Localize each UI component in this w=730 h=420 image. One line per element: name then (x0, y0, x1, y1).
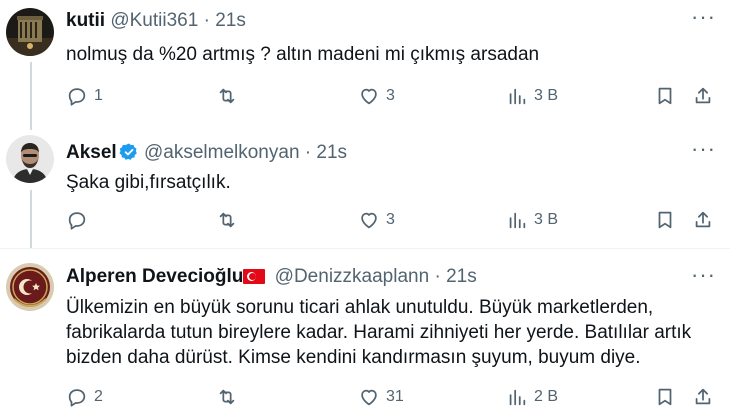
views-count: 2 B (534, 388, 559, 405)
avatar[interactable] (6, 135, 54, 183)
separator-dot: · (434, 266, 441, 287)
bookmark-icon (658, 211, 672, 229)
bookmark-button[interactable] (654, 207, 676, 233)
tweet-actions: 2 31 2 B (66, 384, 716, 410)
user-handle[interactable]: @Denizzkaaplann (275, 266, 430, 287)
retweet-icon (219, 212, 235, 228)
like-icon (361, 389, 377, 406)
tweet-actions: 3 3 B (66, 207, 716, 233)
retweet-button[interactable] (216, 83, 244, 109)
more-icon[interactable]: ··· (691, 138, 716, 160)
tweet-header: Alperen Devecioğlu @Denizzkaaplann · 21s (66, 265, 477, 289)
tweet-actions: 1 3 3 B (66, 83, 716, 109)
retweet-button[interactable] (216, 384, 244, 410)
like-icon (361, 212, 377, 229)
views-button[interactable]: 2 B (506, 384, 558, 410)
tweet-text: Ülkemizin en büyük sorunu ticari ahlak u… (66, 297, 692, 368)
separator-dot: · (203, 10, 210, 31)
views-count: 3 B (534, 87, 559, 104)
share-icon (695, 388, 711, 405)
bookmark-icon (658, 87, 672, 105)
reply-count: 2 (94, 388, 103, 405)
share-button[interactable] (692, 384, 714, 410)
bookmark-button[interactable] (654, 384, 676, 410)
timestamp[interactable]: 21s (215, 10, 246, 31)
timestamp[interactable]: 21s (316, 142, 347, 163)
views-icon (509, 389, 526, 406)
views-count: 3 B (534, 211, 559, 228)
reply-icon (68, 88, 86, 106)
display-name[interactable]: kutii (66, 10, 105, 31)
user-handle[interactable]: @akselmelkonyan (144, 142, 300, 163)
retweet-icon (219, 88, 235, 104)
reply-button[interactable]: 2 (66, 384, 103, 410)
reply-count: 1 (94, 87, 103, 104)
share-icon (695, 211, 711, 228)
avatar[interactable] (6, 263, 54, 311)
tweet-header: Aksel @akselmelkonyan · 21s (66, 141, 347, 165)
share-icon (695, 87, 711, 104)
tweet-text: Şaka gibi,fırsatçılık. (66, 172, 231, 193)
tweet[interactable]: Aksel @akselmelkonyan · 21s ··· Şaka gib… (0, 130, 730, 248)
display-name[interactable]: Aksel (66, 142, 117, 163)
avatar[interactable] (6, 8, 54, 56)
retweet-button[interactable] (216, 207, 244, 233)
views-icon (509, 212, 526, 229)
retweet-icon (219, 389, 235, 405)
more-icon[interactable]: ··· (691, 6, 716, 28)
display-name[interactable]: Alperen Devecioğlu (66, 266, 243, 287)
reply-icon (68, 212, 86, 230)
tweet[interactable]: kutii @Kutii361 · 21s ··· nolmuş da %20 … (0, 0, 730, 130)
like-count: 31 (386, 388, 404, 405)
timestamp[interactable]: 21s (446, 266, 477, 287)
turkey-flag-icon (243, 269, 266, 284)
more-icon[interactable]: ··· (691, 264, 716, 286)
like-button[interactable]: 31 (358, 384, 404, 410)
like-count: 3 (386, 87, 395, 104)
bookmark-icon (658, 388, 672, 406)
like-icon (361, 88, 377, 105)
views-icon (509, 88, 526, 105)
share-button[interactable] (692, 207, 714, 233)
views-button[interactable]: 3 B (506, 207, 558, 233)
share-button[interactable] (692, 83, 714, 109)
tweet-text: nolmuş da %20 artmış ? altın madeni mi ç… (66, 44, 540, 65)
like-count: 3 (386, 211, 395, 228)
tweet[interactable]: Alperen Devecioğlu @Denizzkaaplann · 21s… (0, 249, 730, 420)
user-handle[interactable]: @Kutii361 (110, 10, 198, 31)
views-button[interactable]: 3 B (506, 83, 558, 109)
like-button[interactable]: 3 (358, 83, 395, 109)
like-button[interactable]: 3 (358, 207, 395, 233)
tweet-header: kutii @Kutii361 · 21s (66, 9, 246, 33)
bookmark-button[interactable] (654, 83, 676, 109)
reply-button[interactable]: 1 (66, 83, 103, 109)
reply-icon (68, 389, 86, 407)
verified-icon (119, 143, 137, 160)
reply-button[interactable] (66, 207, 94, 233)
separator-dot: · (304, 142, 312, 163)
